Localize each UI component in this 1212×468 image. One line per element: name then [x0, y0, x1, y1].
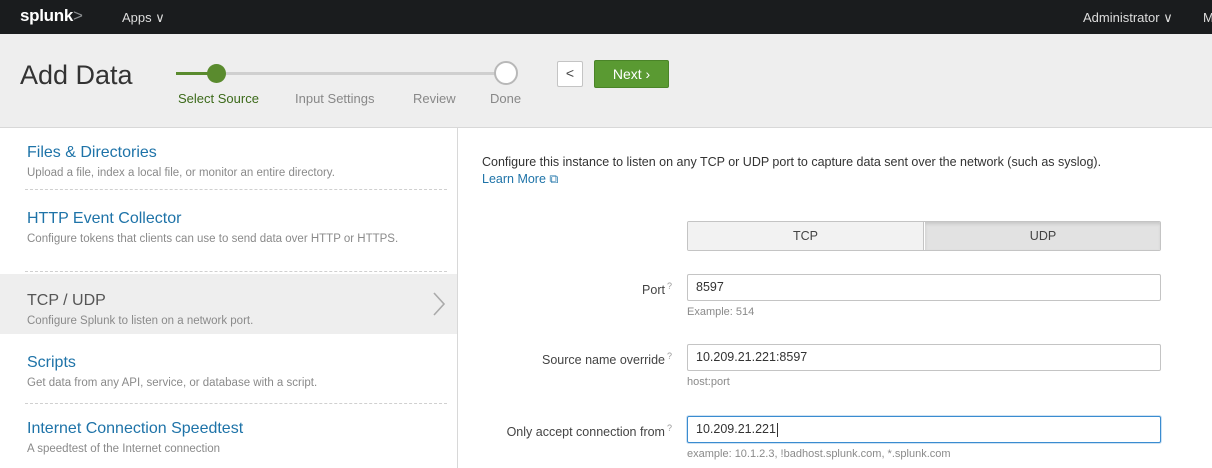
help-icon[interactable]: ? — [667, 281, 672, 291]
source-tcp-udp[interactable]: TCP / UDP Configure Splunk to listen on … — [0, 274, 457, 334]
source-list: Files & Directories Upload a file, index… — [0, 128, 458, 468]
source-scripts[interactable]: Scripts Get data from any API, service, … — [0, 342, 457, 404]
help-icon[interactable]: ? — [667, 423, 672, 433]
accept-from-value: 10.209.21.221 — [696, 422, 776, 436]
accept-from-input[interactable]: 10.209.21.221 — [687, 416, 1161, 443]
step-marker-current — [207, 64, 226, 83]
source-description: Configure tokens that clients can use to… — [27, 233, 399, 245]
help-icon[interactable]: ? — [667, 351, 672, 361]
port-input[interactable]: 8597 — [687, 274, 1161, 301]
source-http-event-collector[interactable]: HTTP Event Collector Configure tokens th… — [0, 190, 457, 272]
source-internet-speedtest[interactable]: Internet Connection Speedtest A speedtes… — [0, 404, 457, 468]
source-name-label-text: Source name override — [542, 353, 665, 368]
port-label-text: Port — [642, 283, 665, 298]
tcp-option[interactable]: TCP — [688, 222, 924, 250]
logo-text: splunk — [20, 6, 73, 25]
administrator-menu[interactable]: Administrator ∨ — [1083, 10, 1173, 26]
port-hint: Example: 514 — [687, 306, 755, 318]
step-marker-done — [494, 61, 518, 85]
source-name-input[interactable]: 10.209.21.221:8597 — [687, 344, 1161, 371]
logo-chevron: > — [73, 6, 83, 25]
step-select-source: Select Source — [178, 91, 259, 106]
source-name-label: Source name override? — [542, 351, 672, 367]
accept-from-label-text: Only accept connection from — [506, 425, 665, 440]
step-review: Review — [413, 91, 456, 106]
port-label: Port? — [642, 281, 672, 297]
accept-from-label: Only accept connection from? — [507, 423, 672, 439]
add-data-header: Add Data Select Source Input Settings Re… — [0, 34, 1212, 128]
source-description: Get data from any API, service, or datab… — [27, 377, 318, 389]
source-files-directories[interactable]: Files & Directories Upload a file, index… — [0, 128, 457, 190]
learn-more-link[interactable]: Learn More ⧉ — [482, 172, 558, 187]
accept-from-hint: example: 10.1.2.3, !badhost.splunk.com, … — [687, 448, 951, 460]
protocol-toggle: TCP UDP — [687, 221, 1161, 251]
udp-option[interactable]: UDP — [925, 222, 1160, 250]
splunk-logo[interactable]: splunk> — [20, 6, 83, 26]
text-cursor — [776, 422, 778, 437]
next-button[interactable]: Next › — [594, 60, 669, 88]
intro-text: Configure this instance to listen on any… — [482, 155, 1102, 169]
step-done: Done — [490, 91, 522, 106]
source-description: Upload a file, index a local file, or mo… — [27, 167, 335, 179]
back-button[interactable]: < — [557, 61, 583, 87]
source-title: HTTP Event Collector — [27, 210, 182, 227]
source-title: Scripts — [27, 354, 76, 371]
source-description: Configure Splunk to listen on a network … — [27, 315, 254, 327]
divider — [25, 271, 447, 272]
step-input-settings: Input Settings — [295, 91, 375, 106]
messages-menu[interactable]: M — [1203, 10, 1212, 25]
chevron-right-icon — [433, 292, 446, 316]
source-title: Files & Directories — [27, 144, 157, 161]
source-name-hint: host:port — [687, 376, 730, 388]
top-navigation-bar: splunk> Apps ∨ Administrator ∨ M — [0, 0, 1212, 34]
source-title: Internet Connection Speedtest — [27, 420, 244, 437]
page-title: Add Data — [20, 60, 133, 90]
source-description: A speedtest of the Internet connection — [27, 443, 221, 455]
tcp-udp-config-panel: Configure this instance to listen on any… — [459, 128, 1212, 468]
source-title: TCP / UDP — [27, 292, 106, 309]
apps-menu[interactable]: Apps ∨ — [122, 10, 165, 26]
